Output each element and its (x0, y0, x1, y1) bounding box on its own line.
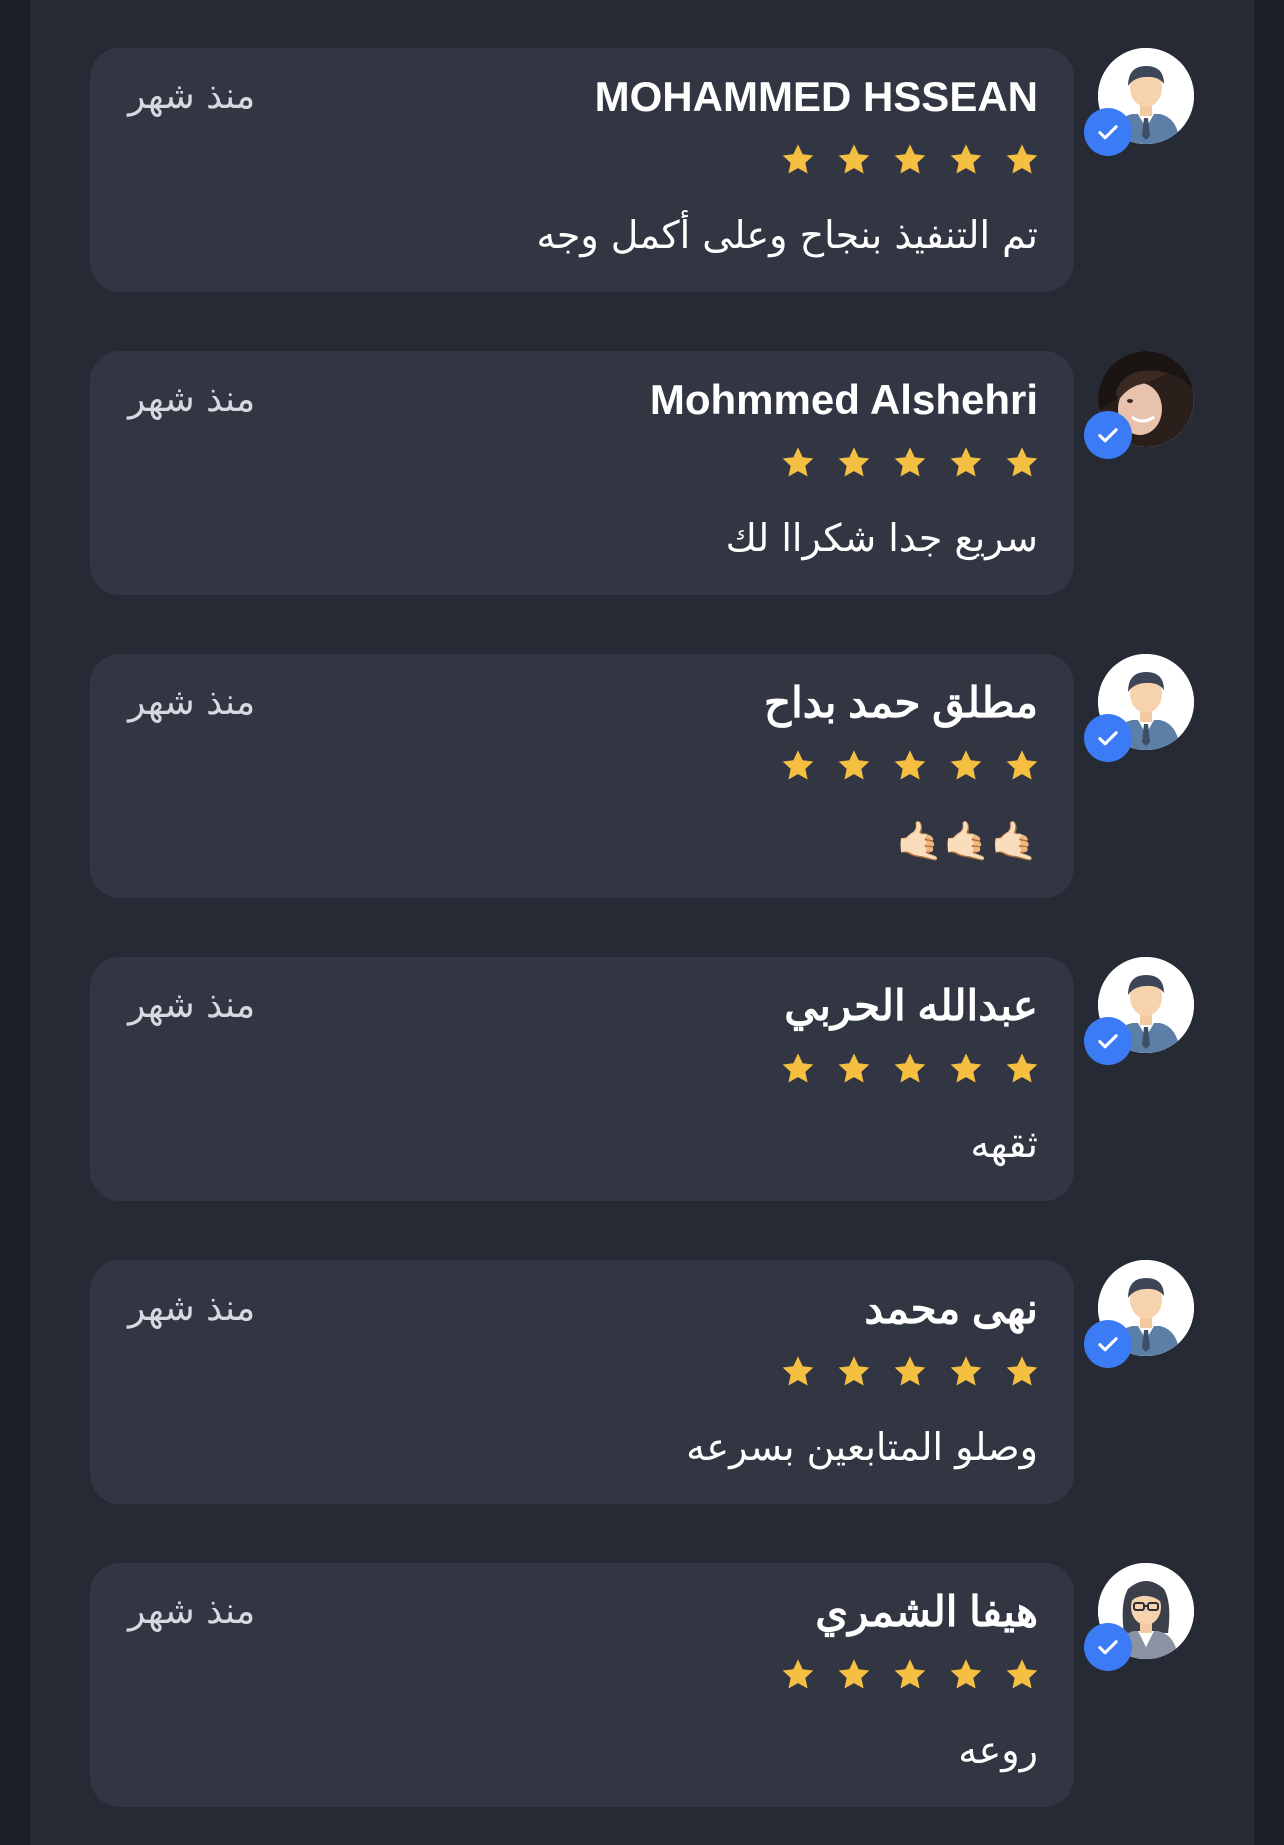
review-item: MOHAMMED HSSEAN منذ شهر تم التنفيذ بنجاح… (90, 48, 1194, 292)
review-time: منذ شهر (128, 76, 256, 117)
review-card: MOHAMMED HSSEAN منذ شهر تم التنفيذ بنجاح… (90, 48, 1074, 292)
reviewer-name: مطلق حمد بداح (763, 679, 1038, 726)
star-icon (1006, 1053, 1038, 1083)
verified-badge (1084, 714, 1132, 762)
star-icon (950, 1356, 982, 1386)
star-icon (1006, 1659, 1038, 1689)
star-icon (950, 1053, 982, 1083)
review-comment: سريع جدا شكراا لك (725, 516, 1038, 560)
avatar[interactable] (1084, 1260, 1198, 1368)
checkmark-icon (1098, 1337, 1118, 1352)
star-icon (782, 1356, 814, 1386)
star-rating (780, 1051, 1040, 1095)
checkmark-icon (1098, 1640, 1118, 1655)
star-icon (1006, 447, 1038, 477)
verified-badge (1084, 1623, 1132, 1671)
verified-badge (1084, 411, 1132, 459)
star-icon (950, 144, 982, 174)
review-card: عبدالله الحربي منذ شهر ثقهه (90, 957, 1074, 1201)
review-item: عبدالله الحربي منذ شهر ثقهه (90, 957, 1194, 1201)
star-icon (1006, 144, 1038, 174)
star-icon (782, 1659, 814, 1689)
star-icon (782, 144, 814, 174)
checkmark-icon (1098, 428, 1118, 443)
star-icon (782, 1053, 814, 1083)
avatar[interactable] (1084, 654, 1198, 762)
review-comment: ثقهه (970, 1122, 1038, 1166)
star-rating (780, 748, 1040, 792)
star-icon (782, 750, 814, 780)
review-time: منذ شهر (128, 985, 256, 1026)
review-comment: وصلو المتابعين بسرعه (686, 1425, 1038, 1469)
review-comment: روعه (958, 1728, 1038, 1772)
review-item: هيفا الشمري منذ شهر روعه (90, 1563, 1194, 1807)
reviewer-name: هيفا الشمري (815, 1588, 1038, 1635)
star-icon (838, 1356, 870, 1386)
verified-badge (1084, 1017, 1132, 1065)
verified-badge (1084, 108, 1132, 156)
reviewer-name: عبدالله الحربي (784, 982, 1038, 1029)
verified-badge (1084, 1320, 1132, 1368)
star-rating (780, 1354, 1040, 1398)
review-card: هيفا الشمري منذ شهر روعه (90, 1563, 1074, 1807)
avatar[interactable] (1084, 1563, 1198, 1671)
review-item: مطلق حمد بداح منذ شهر 🤙🏻🤙🏻🤙🏻 (90, 654, 1194, 898)
reviewer-name: Mohmmed Alshehri (649, 376, 1038, 423)
star-icon (950, 1659, 982, 1689)
avatar[interactable] (1084, 48, 1198, 156)
star-icon (894, 750, 926, 780)
checkmark-icon (1098, 731, 1118, 746)
star-icon (1006, 750, 1038, 780)
review-item: Mohmmed Alshehri منذ شهر سريع جدا شكراا … (90, 351, 1194, 595)
avatar[interactable] (1084, 957, 1198, 1065)
avatar[interactable] (1084, 351, 1198, 459)
reviewer-name: MOHAMMED HSSEAN (594, 73, 1038, 120)
star-icon (838, 1053, 870, 1083)
star-icon (894, 144, 926, 174)
star-icon (950, 750, 982, 780)
star-icon (838, 750, 870, 780)
review-time: منذ شهر (128, 682, 256, 723)
star-icon (838, 1659, 870, 1689)
star-icon (894, 1053, 926, 1083)
star-icon (782, 447, 814, 477)
reviewer-name: نهى محمد (864, 1285, 1038, 1332)
review-time: منذ شهر (128, 1288, 256, 1329)
review-card: Mohmmed Alshehri منذ شهر سريع جدا شكراا … (90, 351, 1074, 595)
review-card: نهى محمد منذ شهر وصلو المتابعين بسرعه (90, 1260, 1074, 1504)
star-rating (780, 445, 1040, 489)
star-icon (950, 447, 982, 477)
star-icon (838, 447, 870, 477)
star-rating (780, 142, 1040, 186)
star-icon (894, 1356, 926, 1386)
star-icon (1006, 1356, 1038, 1386)
star-icon (894, 447, 926, 477)
star-icon (894, 1659, 926, 1689)
review-item: نهى محمد منذ شهر وصلو المتابعين بسرعه (90, 1260, 1194, 1504)
checkmark-icon (1098, 125, 1118, 140)
review-time: منذ شهر (128, 379, 256, 420)
checkmark-icon (1098, 1034, 1118, 1049)
star-icon (838, 144, 870, 174)
review-card: مطلق حمد بداح منذ شهر 🤙🏻🤙🏻🤙🏻 (90, 654, 1074, 898)
review-comment: تم التنفيذ بنجاح وعلى أكمل وجه (536, 213, 1038, 257)
review-comment: 🤙🏻🤙🏻🤙🏻 (896, 819, 1038, 863)
star-rating (780, 1657, 1040, 1701)
review-time: منذ شهر (128, 1591, 256, 1632)
